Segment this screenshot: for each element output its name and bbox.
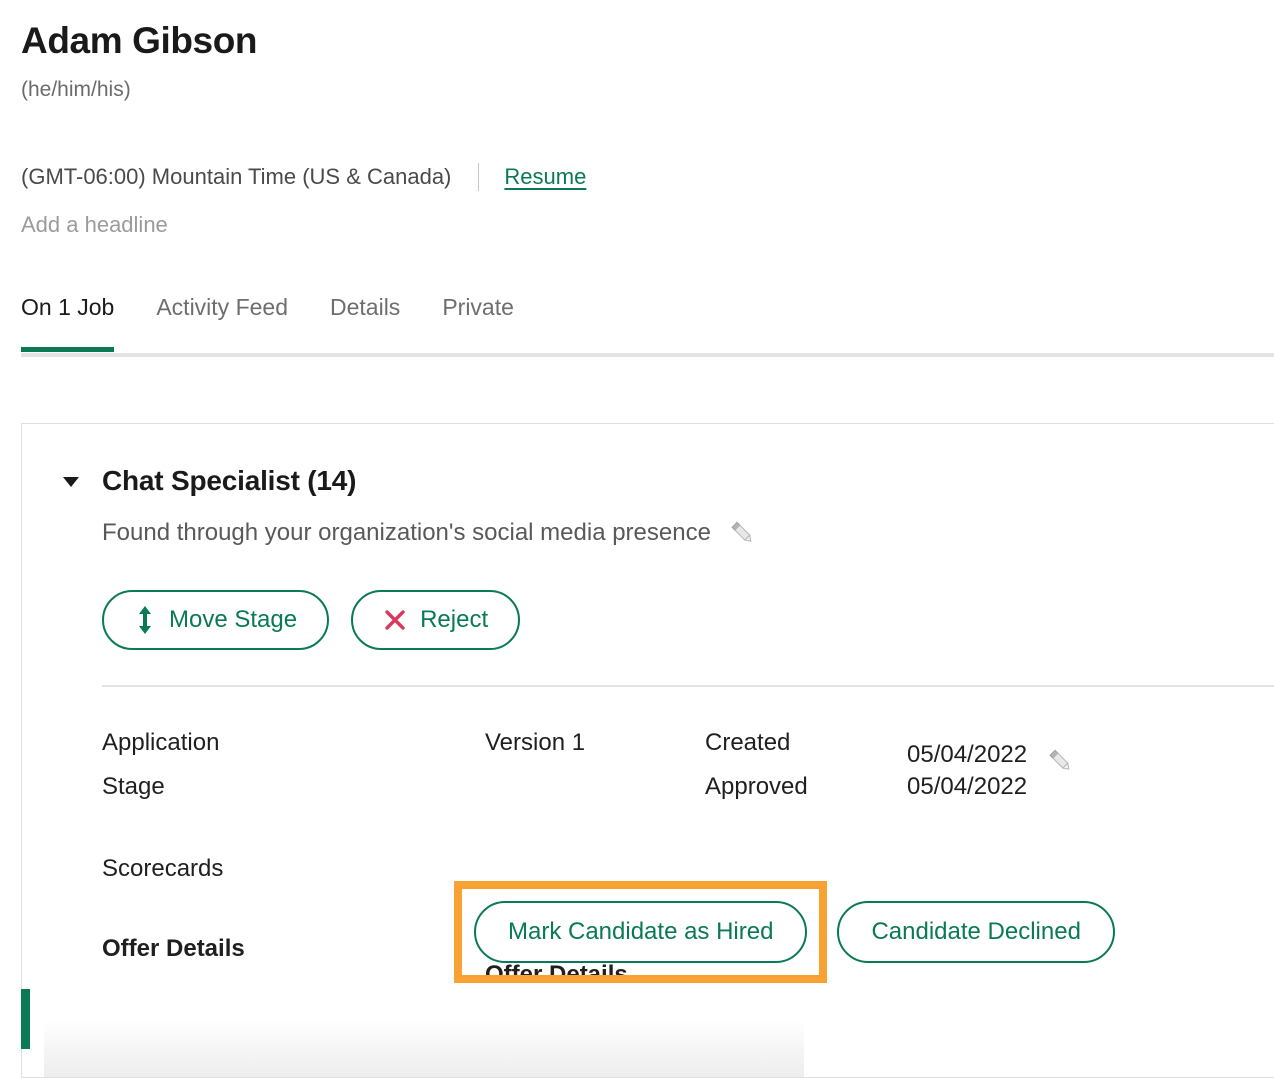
tab-bar: On 1 Job Activity Feed Details Private <box>0 292 1274 357</box>
detail-created-date: 05/04/2022 <box>907 741 1028 768</box>
hire-decision-row: Mark Candidate as Hired Candidate Declin… <box>454 881 1115 983</box>
job-title-row: Chat Specialist (14) <box>58 464 1274 498</box>
close-x-icon <box>383 608 407 632</box>
pencil-icon[interactable] <box>1043 732 1077 770</box>
tab-bar-rule <box>21 353 1274 357</box>
caret-down-icon[interactable] <box>58 468 84 494</box>
reject-button[interactable]: Reject <box>351 590 521 650</box>
detail-version-value: Version 1 <box>485 729 586 756</box>
move-stage-button[interactable]: Move Stage <box>102 590 330 650</box>
tab-on-1-job[interactable]: On 1 Job <box>21 292 115 352</box>
pencil-icon[interactable] <box>725 516 759 550</box>
candidate-pronouns: (he/him/his) <box>21 78 131 101</box>
job-application-card: Chat Specialist (14) Found through your … <box>21 423 1274 1078</box>
candidate-header: Adam Gibson (he/him/his) (GMT-06:00) Mou… <box>0 0 1274 240</box>
job-action-buttons: Move Stage Reject <box>102 590 1274 650</box>
page-title: Adam Gibson <box>21 20 258 61</box>
mark-candidate-as-hired-button[interactable]: Mark Candidate as Hired <box>474 901 808 963</box>
job-title[interactable]: Chat Specialist (14) <box>102 464 357 498</box>
candidate-timezone: (GMT-06:00) Mountain Time (US & Canada) <box>21 164 452 189</box>
job-source-text: Found through your organization's social… <box>102 519 711 546</box>
candidate-declined-button[interactable]: Candidate Declined <box>837 901 1115 963</box>
move-stage-label: Move Stage <box>169 606 298 633</box>
meta-divider <box>478 163 480 191</box>
headline-input[interactable]: Add a headline <box>21 210 1274 240</box>
application-detail-grid: Application Version 1 Created 05/04/2022 <box>102 687 1274 803</box>
detail-label-scorecards: Scorecards <box>102 855 224 882</box>
resume-link[interactable]: Resume <box>504 162 586 192</box>
mark-candidate-as-hired-label: Mark Candidate as Hired <box>508 918 774 945</box>
detail-status-approved: Approved <box>705 773 808 800</box>
reject-label: Reject <box>420 606 489 633</box>
candidate-meta-row: (GMT-06:00) Mountain Time (US & Canada) … <box>21 162 1274 192</box>
detail-status-created: Created <box>705 729 791 756</box>
detail-label-stage: Stage <box>102 773 165 800</box>
highlight-annotation-box: Mark Candidate as Hired <box>454 881 828 983</box>
detail-approved-date: 05/04/2022 <box>907 773 1028 800</box>
tab-private[interactable]: Private <box>442 292 514 352</box>
detail-label-offer-details: Offer Details <box>102 935 245 962</box>
job-source-row: Found through your organization's social… <box>102 516 1274 550</box>
candidate-declined-label: Candidate Declined <box>871 918 1081 945</box>
tab-details[interactable]: Details <box>330 292 400 352</box>
move-vertical-arrows-icon <box>134 605 156 635</box>
scroll-shadow <box>44 1019 804 1077</box>
detail-created-date-cell: 05/04/2022 <box>907 727 1274 771</box>
tab-activity-feed[interactable]: Activity Feed <box>156 292 288 352</box>
detail-label-application: Application <box>102 729 220 756</box>
offer-details-accent-bar <box>21 989 30 1049</box>
